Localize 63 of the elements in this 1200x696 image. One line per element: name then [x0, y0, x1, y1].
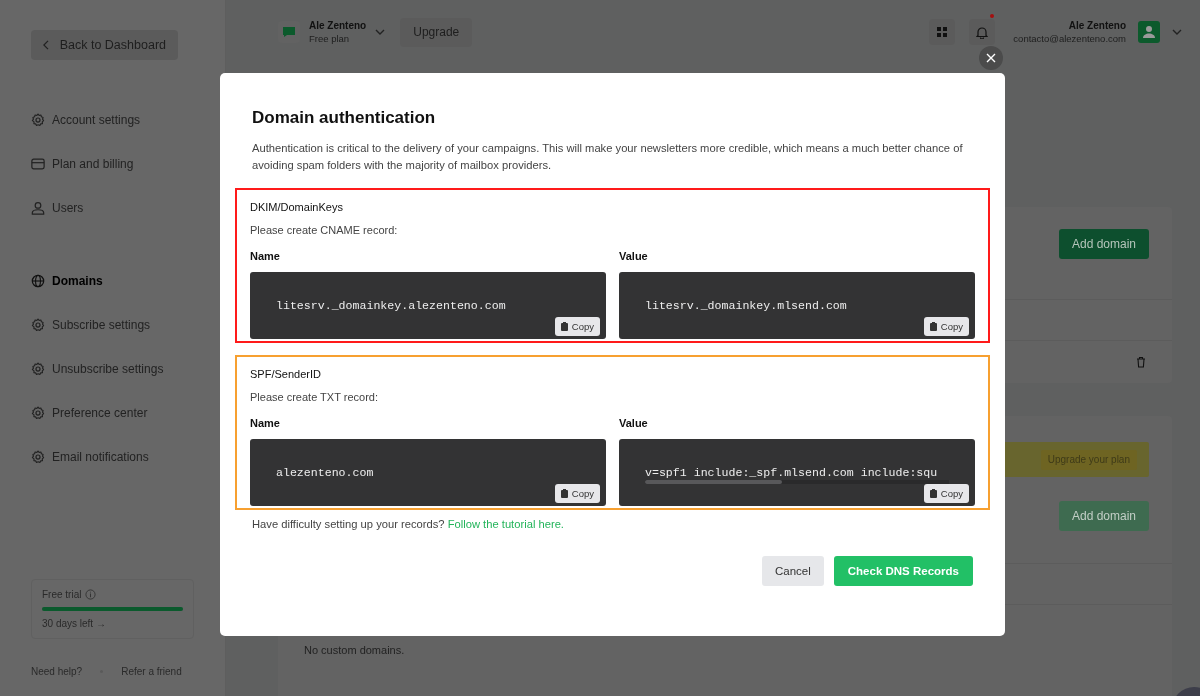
scroll-bar[interactable]: [645, 480, 949, 484]
record-value: v=spf1 include:_spf.mlsend.com include:squ: [645, 466, 938, 479]
gear-icon: [31, 113, 45, 127]
tutorial-link[interactable]: Follow the tutorial here.: [447, 518, 564, 530]
check-dns-button[interactable]: Check DNS Records: [833, 556, 973, 586]
record-label: Value: [619, 250, 649, 262]
caret-icon[interactable]: [1172, 29, 1182, 35]
nav-item[interactable]: Account settings: [31, 98, 225, 142]
days-left-link[interactable]: 30 days left →: [42, 618, 106, 629]
caret-icon[interactable]: [375, 29, 386, 35]
help-text: Have difficulty setting up your records?: [252, 518, 445, 530]
account-name: Ale Zenteno: [309, 19, 367, 32]
globe-icon: [31, 274, 45, 288]
modal-title: Domain authentication: [252, 108, 437, 128]
gear-icon: [31, 362, 45, 376]
clipboard-icon: [929, 489, 937, 498]
nav-item[interactable]: Unsubscribe settings: [31, 347, 225, 391]
section-instruction: Please create CNAME record:: [250, 224, 399, 236]
nav-item[interactable]: Email notifications: [31, 435, 225, 479]
apps-grid-icon[interactable]: [929, 19, 956, 45]
section-instruction: Please create TXT record:: [250, 391, 379, 403]
credit-card-icon: [31, 158, 45, 170]
clipboard-icon: [929, 322, 937, 331]
gear-icon: [31, 318, 45, 332]
user-icon: [31, 201, 45, 215]
empty-message: No custom domains.: [304, 644, 405, 656]
gear-icon: [31, 406, 45, 420]
record-label: Name: [250, 417, 281, 429]
chevron-left-icon: [43, 39, 50, 51]
upgrade-button[interactable]: Upgrade: [400, 17, 473, 47]
trial-label: Free trial: [42, 589, 82, 600]
section-title: DKIM/DomainKeys: [250, 200, 344, 214]
copy-button[interactable]: Copy: [554, 484, 600, 503]
nav-item[interactable]: Subscribe settings: [31, 303, 225, 347]
gear-icon: [31, 450, 45, 464]
record-value: litesrv._domainkey.mlsend.com: [645, 299, 847, 312]
record-value: litesrv._domainkey.alezenteno.com: [276, 299, 506, 312]
cancel-button[interactable]: Cancel: [761, 556, 824, 586]
add-domain-button[interactable]: Add domain: [1058, 229, 1149, 259]
nav-item[interactable]: Preference center: [31, 391, 225, 435]
back-button[interactable]: Back to Dashboard: [31, 30, 178, 60]
bell-icon: [976, 25, 989, 39]
copy-button[interactable]: Copy: [554, 317, 600, 336]
user-name: Ale Zenteno: [1068, 19, 1126, 32]
trash-icon[interactable]: [1136, 356, 1146, 368]
nav-item[interactable]: Users: [31, 186, 225, 230]
record-label: Name: [250, 250, 281, 262]
clipboard-icon: [560, 322, 568, 331]
record-label: Value: [619, 417, 649, 429]
modal-description: Authentication is critical to the delivery of your campaigns. This will make your newsletters more credible, which means a much better chance of avoiding spam folders with the majority of mailbox providers.: [252, 141, 964, 173]
nav-item[interactable]: Domains: [31, 259, 225, 303]
avatar-icon[interactable]: [1138, 21, 1160, 43]
copy-button[interactable]: Copy: [923, 317, 969, 336]
record-value: alezenteno.com: [276, 466, 374, 479]
section-title: SPF/SenderID: [250, 367, 322, 381]
nav-item[interactable]: Plan and billing: [31, 142, 225, 186]
close-icon[interactable]: [979, 46, 1003, 70]
help-link[interactable]: Need help?: [31, 666, 83, 677]
info-icon: [85, 589, 97, 600]
copy-button[interactable]: Copy: [923, 484, 969, 503]
account-plan: Free plan: [309, 32, 351, 45]
user-email: contacto@alezenteno.com: [1013, 32, 1126, 45]
clipboard-icon: [560, 489, 568, 498]
